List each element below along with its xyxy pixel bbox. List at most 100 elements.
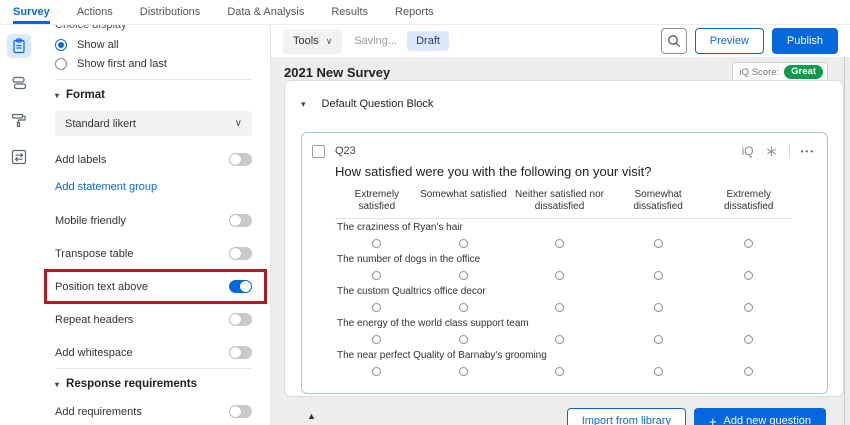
toggle-row-mobile-friendly: Mobile friendly [55, 214, 252, 227]
iq-score-value: Great [784, 65, 823, 79]
matrix-radio-button[interactable] [654, 271, 663, 280]
survey-options-icon[interactable] [7, 145, 31, 169]
matrix-radio-button[interactable] [372, 303, 381, 312]
transpose-table-toggle[interactable] [229, 247, 252, 260]
add-whitespace-toggle[interactable] [229, 346, 252, 359]
matrix-header-row: Extremely satisfiedSomewhat satisfiedNei… [335, 189, 792, 219]
survey-title[interactable]: 2021 New Survey [284, 65, 390, 80]
vertical-scrollbar[interactable] [844, 57, 845, 425]
matrix-statement[interactable]: The custom Qualtrics office decor [337, 286, 792, 299]
nav-tab-results[interactable]: Results [331, 0, 368, 24]
position-text-above-toggle[interactable] [229, 280, 252, 293]
matrix-column-header[interactable]: Somewhat dissatisfied [611, 189, 706, 213]
matrix-radio-button[interactable] [459, 271, 468, 280]
highlight-box: Position text above [44, 269, 267, 304]
matrix-radio-button[interactable] [555, 335, 564, 344]
survey-flow-icon[interactable] [7, 71, 31, 95]
matrix-column-header[interactable]: Neither satisfied nor dissatisfied [508, 189, 611, 213]
question-card[interactable]: Q23 iQ ••• How s [301, 132, 828, 394]
matrix-radio-button[interactable] [459, 335, 468, 344]
matrix-column-header[interactable]: Extremely satisfied [335, 189, 419, 213]
radio-icon[interactable] [55, 39, 67, 51]
look-and-feel-icon[interactable] [7, 108, 31, 132]
matrix-radio-button[interactable] [654, 335, 663, 344]
section-title: Format [66, 89, 105, 101]
matrix-radio-button[interactable] [555, 303, 564, 312]
matrix-cell [335, 239, 419, 248]
matrix-radio-button[interactable] [744, 303, 753, 312]
draft-badge: Draft [407, 31, 449, 51]
matrix-radio-button[interactable] [744, 335, 753, 344]
nav-tab-reports[interactable]: Reports [395, 0, 434, 24]
left-icon-rail [0, 25, 38, 425]
matrix-radio-button[interactable] [459, 367, 468, 376]
more-options-icon[interactable]: ••• [801, 147, 815, 156]
block-collapse-chevron-icon[interactable]: ▾ [301, 99, 306, 110]
matrix-radio-button[interactable] [654, 303, 663, 312]
star-icon[interactable] [765, 145, 778, 158]
toggle-label: Add labels [55, 154, 106, 166]
radio-show-all[interactable]: Show all [55, 39, 252, 51]
nav-tab-actions[interactable]: Actions [77, 0, 113, 24]
matrix-statement[interactable]: The near perfect Quality of Barnaby's gr… [337, 350, 792, 363]
publish-button[interactable]: Publish [772, 28, 838, 54]
matrix-cell [705, 271, 792, 280]
collapse-caret-icon[interactable]: ▲ [307, 411, 316, 421]
top-nav: Survey Actions Distributions Data & Analysi… [0, 0, 850, 25]
format-section-header[interactable]: ▾ Format [55, 89, 252, 101]
import-from-library-button[interactable]: Import from library [567, 408, 686, 425]
radio-show-first-last[interactable]: Show first and last [55, 58, 252, 70]
matrix-radio-button[interactable] [459, 303, 468, 312]
matrix-radio-button[interactable] [654, 367, 663, 376]
matrix-radio-button[interactable] [555, 271, 564, 280]
matrix-cell [705, 367, 792, 376]
iq-score-label: iQ Score: [740, 67, 780, 78]
saving-status: Saving... [354, 35, 397, 47]
block-title[interactable]: Default Question Block [322, 98, 434, 110]
add-labels-toggle[interactable] [229, 153, 252, 166]
iq-score-badge[interactable]: iQ Score: Great [732, 62, 828, 82]
matrix-cell [335, 367, 419, 376]
preview-button[interactable]: Preview [695, 28, 764, 54]
matrix-radio-button[interactable] [744, 239, 753, 248]
matrix-radio-button[interactable] [744, 367, 753, 376]
nav-tab-distributions[interactable]: Distributions [140, 0, 201, 24]
repeat-headers-toggle[interactable] [229, 313, 252, 326]
radio-icon[interactable] [55, 58, 67, 70]
response-requirements-header[interactable]: ▾ Response requirements [55, 378, 252, 390]
matrix-radio-button[interactable] [372, 367, 381, 376]
matrix-cell [611, 239, 706, 248]
mobile-friendly-toggle[interactable] [229, 214, 252, 227]
tools-button[interactable]: Tools ∨ [283, 29, 342, 54]
matrix-radio-row [335, 300, 792, 315]
matrix-column-header[interactable]: Extremely dissatisfied [705, 189, 792, 213]
matrix-statement[interactable]: The craziness of Ryan's hair [337, 222, 792, 235]
survey-builder-icon[interactable] [7, 34, 31, 58]
toggle-row-repeat-headers: Repeat headers [55, 313, 252, 326]
format-select-value: Standard likert [65, 118, 136, 130]
nav-tab-survey[interactable]: Survey [13, 0, 50, 24]
matrix-statement[interactable]: The energy of the world class support te… [337, 318, 792, 331]
matrix-radio-button[interactable] [744, 271, 753, 280]
add-requirements-toggle[interactable] [229, 405, 252, 418]
add-new-question-button[interactable]: + Add new question [694, 408, 826, 425]
matrix-radio-button[interactable] [555, 239, 564, 248]
add-statement-group-link[interactable]: Add statement group [55, 181, 157, 193]
matrix-radio-button[interactable] [372, 239, 381, 248]
format-select[interactable]: Standard likert ∨ [55, 111, 252, 136]
iq-analysis-icon[interactable]: iQ [742, 144, 754, 158]
matrix-radio-button[interactable] [555, 367, 564, 376]
choice-display-label: Choice display [55, 25, 252, 31]
question-text[interactable]: How satisfied were you with the followin… [335, 164, 651, 179]
nav-tab-data-analysis[interactable]: Data & Analysis [227, 0, 304, 24]
matrix-radio-button[interactable] [372, 271, 381, 280]
matrix-radio-button[interactable] [372, 335, 381, 344]
search-button[interactable] [661, 28, 687, 54]
search-icon [667, 34, 681, 48]
matrix-radio-button[interactable] [459, 239, 468, 248]
question-checkbox[interactable] [312, 145, 325, 158]
matrix-radio-button[interactable] [654, 239, 663, 248]
matrix-statement[interactable]: The number of dogs in the office [337, 254, 792, 267]
matrix-column-header[interactable]: Somewhat satisfied [419, 189, 509, 213]
main-area: Tools ∨ Saving... Draft Preview Publish … [271, 25, 850, 425]
